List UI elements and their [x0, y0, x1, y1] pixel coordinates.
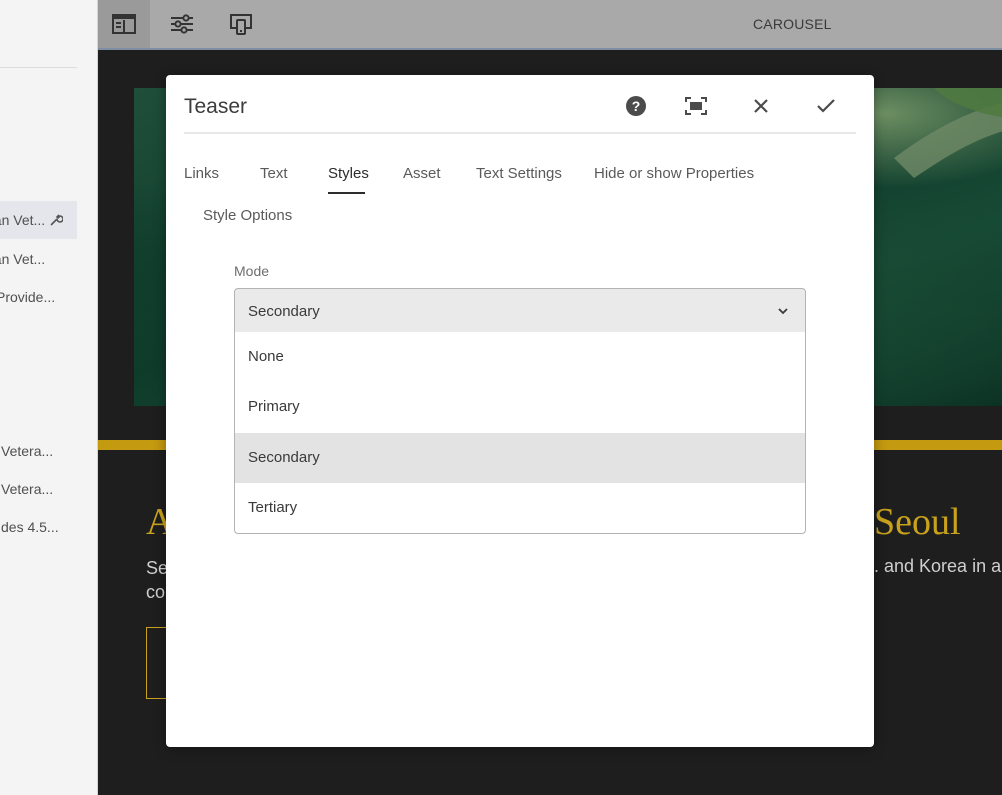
teaser-description-line: co	[146, 582, 166, 602]
tree-item[interactable]: ean Vet...	[0, 201, 77, 239]
content-tree-panel: ean Vet... ean Vet... Provide... Vetera.…	[0, 0, 98, 795]
close-button[interactable]	[744, 91, 778, 121]
done-button[interactable]	[809, 91, 843, 121]
emulator-button[interactable]	[215, 0, 267, 48]
dialog-header-divider	[184, 132, 856, 134]
wrench-icon	[50, 214, 63, 226]
tab-links[interactable]: Links	[184, 165, 219, 182]
tree-item-label: Vetera...	[1, 443, 54, 459]
option-tertiary[interactable]: Tertiary	[235, 483, 805, 533]
tree-item[interactable]: Vetera...	[0, 470, 77, 508]
option-primary[interactable]: Primary	[235, 382, 805, 432]
tab-hide-show-properties[interactable]: Hide or show Properties	[594, 165, 754, 182]
tree-item[interactable]: ean Vet...	[0, 240, 77, 278]
tree-item[interactable]: Provide...	[0, 278, 77, 316]
teaser-description: Se co	[146, 556, 168, 604]
teaser-headline-end: Seoul	[874, 501, 961, 543]
mode-options-menu: None Primary Secondary Tertiary	[234, 332, 806, 534]
chevron-down-icon	[778, 308, 788, 315]
tab-asset[interactable]: Asset	[403, 165, 441, 182]
close-icon	[754, 99, 768, 113]
tree-item-label: ean Vet...	[0, 251, 46, 267]
toggle-side-panel-icon	[112, 14, 136, 34]
component-title: CAROUSEL	[753, 16, 832, 32]
tree-item[interactable]: Vetera...	[0, 432, 77, 470]
mode-select-value: Secondary	[248, 303, 320, 320]
toggle-side-panel-button[interactable]	[98, 0, 150, 48]
teaser-dialog: Teaser ? Links Text Styles Asset Text Se…	[166, 75, 874, 747]
checkmark-icon	[817, 99, 835, 113]
tab-styles[interactable]: Styles	[328, 165, 369, 182]
teaser-description-line: Se	[146, 558, 169, 578]
help-icon: ?	[626, 96, 646, 116]
style-options-heading: Style Options	[203, 207, 293, 224]
emulator-icon	[230, 14, 252, 35]
properties-button[interactable]	[156, 0, 208, 48]
teaser-description-end: . and Korea in a	[874, 556, 1002, 576]
fullscreen-icon	[685, 97, 707, 115]
tree-item-label: des 4.5...	[1, 519, 59, 535]
properties-icon	[171, 14, 193, 34]
editor-toolbar: CAROUSEL	[98, 0, 1002, 50]
tab-text[interactable]: Text	[260, 165, 288, 182]
mode-select[interactable]: Secondary	[234, 288, 806, 333]
option-secondary[interactable]: Secondary	[235, 433, 805, 483]
mode-label: Mode	[234, 263, 270, 279]
dialog-title: Teaser	[184, 95, 248, 118]
tab-text-settings[interactable]: Text Settings	[476, 165, 562, 182]
tree-item-label: Provide...	[0, 289, 56, 305]
svg-text:?: ?	[632, 98, 641, 114]
tree-item[interactable]: des 4.5...	[0, 508, 77, 546]
panel-divider	[0, 67, 77, 68]
tree-item-label: Vetera...	[1, 481, 54, 497]
help-button[interactable]: ?	[619, 91, 653, 121]
active-tab-indicator	[328, 192, 365, 194]
option-none[interactable]: None	[235, 332, 805, 382]
tree-item-label: ean Vet...	[0, 212, 46, 228]
fullscreen-button[interactable]	[679, 91, 713, 121]
